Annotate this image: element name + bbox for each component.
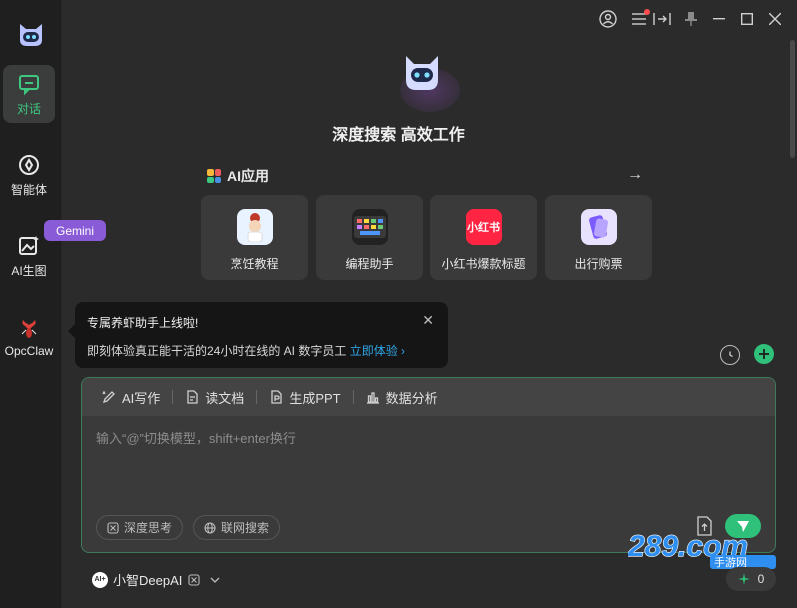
- token-counter[interactable]: 0: [726, 567, 776, 591]
- keyboard-icon: [351, 209, 388, 245]
- divider: [256, 390, 258, 404]
- composer-toolbar: AI写作 读文档 生成PPT 数据分析: [82, 378, 775, 416]
- apps-grid-icon: [207, 169, 221, 183]
- pen-icon: [102, 390, 115, 404]
- new-chat-button[interactable]: [754, 344, 774, 364]
- promo-tooltip: 专属养虾助手上线啦! 即刻体验真正能干活的24小时在线的 AI 数字员工 立即体…: [68, 302, 448, 368]
- account-button[interactable]: [598, 9, 618, 29]
- token-count: 0: [757, 572, 765, 586]
- chip-label: 联网搜索: [221, 521, 270, 535]
- minimize-icon: [713, 18, 725, 20]
- tool-ai-writing[interactable]: AI写作: [102, 388, 160, 407]
- close-icon: [769, 13, 781, 25]
- sidebar-item-label: 对话: [16, 101, 41, 116]
- xiaohongshu-icon-text: 小红书: [467, 222, 500, 234]
- model-settings-icon: [188, 573, 200, 586]
- tool-data-analysis[interactable]: 数据分析: [366, 388, 438, 407]
- app-logo-icon: [20, 24, 42, 46]
- chip-label: 深度思考: [124, 521, 173, 535]
- app-card-label: 烹饪教程: [230, 257, 279, 271]
- dock-button[interactable]: [652, 9, 672, 29]
- tool-label: 数据分析: [385, 390, 438, 406]
- tool-label: AI写作: [122, 390, 161, 406]
- agent-icon: [19, 154, 39, 175]
- tool-label: 生成PPT: [289, 390, 341, 406]
- document-icon: [187, 390, 198, 404]
- tooltip-body-text: 即刻体验真正能干活的24小时在线的 AI 数字员工: [87, 344, 347, 358]
- ticket-icon: [580, 209, 617, 245]
- plus-icon: [759, 349, 769, 359]
- lobster-icon: [21, 320, 37, 338]
- sidebar-item-label: OpcClaw: [4, 344, 54, 358]
- divider: [172, 390, 174, 404]
- image-gen-icon: [19, 235, 39, 255]
- user-icon: [599, 10, 617, 28]
- maximize-button[interactable]: [737, 9, 757, 29]
- app-card-coding[interactable]: 编程助手: [316, 195, 423, 280]
- deep-think-icon: [107, 521, 119, 534]
- sidebar-item-agent[interactable]: 智能体: [3, 146, 55, 204]
- tooltip-body: 即刻体验真正能干活的24小时在线的 AI 数字员工 立即体验 ›: [87, 342, 436, 359]
- model-name: 小智DeepAI: [113, 573, 183, 588]
- tooltip-title: 专属养虾助手上线啦!: [87, 316, 199, 330]
- menu-icon: [632, 13, 646, 25]
- divider: [352, 390, 354, 404]
- model-selector[interactable]: AI+ 小智DeepAI: [92, 570, 220, 589]
- app-card-label: 编程助手: [345, 257, 394, 271]
- app-card-xiaohongshu[interactable]: 小红书 小红书爆款标题: [430, 195, 537, 280]
- chevron-down-icon: [210, 577, 220, 583]
- apps-heading-label: AI应用: [227, 168, 269, 184]
- minimize-button[interactable]: [709, 9, 729, 29]
- watermark-289-logo: 289.com 手游网: [628, 529, 776, 569]
- clock-icon: [729, 351, 733, 358]
- dock-icon: [653, 13, 671, 25]
- chef-icon: [236, 209, 273, 245]
- globe-icon: [204, 521, 216, 534]
- sparkle-icon: [737, 573, 750, 585]
- try-now-link[interactable]: 立即体验 ›: [350, 344, 405, 358]
- app-card-cooking[interactable]: 烹饪教程: [201, 195, 308, 280]
- pin-button[interactable]: [681, 9, 701, 29]
- ppt-icon: [271, 390, 282, 404]
- xiaohongshu-icon: 小红书: [465, 209, 502, 245]
- model-logo-icon: AI+: [92, 571, 108, 588]
- sidebar-item-chat[interactable]: 对话: [3, 65, 55, 123]
- bar-chart-icon: [366, 392, 379, 404]
- apps-heading: AI应用: [207, 166, 269, 186]
- sidebar: 对话 智能体 AI生图 OpcClaw Gemini: [0, 0, 106, 608]
- message-input[interactable]: 输入“@”切换模型，shift+enter换行: [96, 428, 296, 447]
- tool-read-doc[interactable]: 读文档: [185, 388, 244, 407]
- composer: AI写作 读文档 生成PPT 数据分析 输入“@”切换模型，shift+ente…: [81, 377, 776, 553]
- hero-title: 深度搜索 高效工作: [332, 127, 465, 144]
- deep-think-toggle[interactable]: 深度思考: [96, 515, 184, 540]
- pin-icon: [685, 12, 697, 26]
- chat-icon: [19, 74, 39, 95]
- sidebar-item-opcclaw[interactable]: OpcClaw: [3, 308, 55, 366]
- gemini-badge[interactable]: Gemini: [44, 220, 106, 241]
- history-button[interactable]: [720, 345, 740, 365]
- app-card-label: 小红书爆款标题: [441, 257, 526, 271]
- sidebar-item-label: AI生图: [11, 263, 47, 278]
- mascot-icon: [406, 56, 438, 90]
- close-button[interactable]: [765, 9, 785, 29]
- tool-generate-ppt[interactable]: 生成PPT: [269, 388, 341, 407]
- notification-dot: [644, 9, 650, 15]
- app-card-tickets[interactable]: 出行购票: [545, 195, 652, 280]
- tool-label: 读文档: [205, 390, 245, 406]
- app-card-label: 出行购票: [574, 257, 623, 271]
- sidebar-item-label: 智能体: [10, 182, 47, 197]
- maximize-icon: [741, 13, 753, 25]
- web-search-toggle[interactable]: 联网搜索: [193, 515, 281, 540]
- apps-more-arrow-icon[interactable]: →: [627, 166, 643, 184]
- tooltip-close-icon[interactable]: ✕: [422, 312, 434, 329]
